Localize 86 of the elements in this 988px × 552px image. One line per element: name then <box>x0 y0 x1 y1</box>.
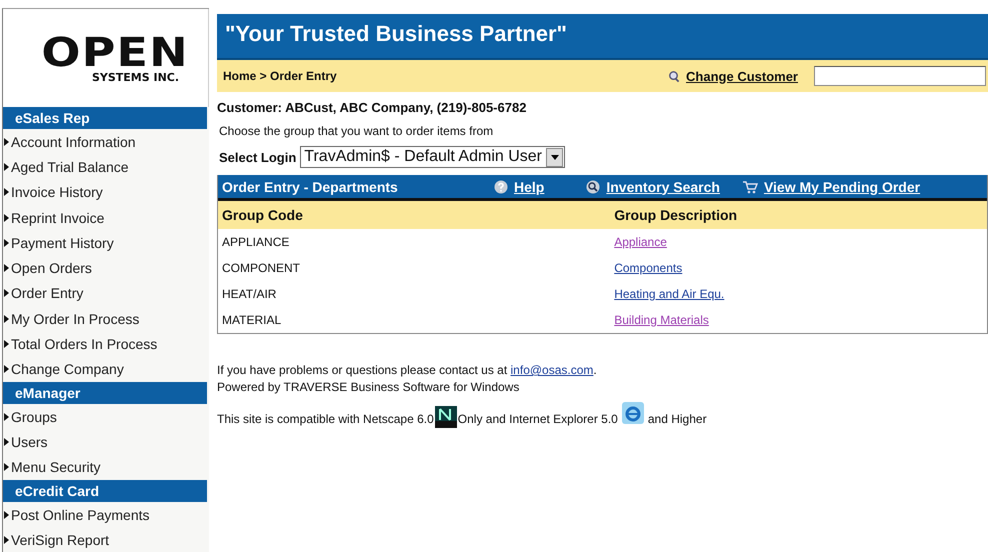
search-icon <box>586 180 600 194</box>
sidebar-item-label: Open Orders <box>11 260 92 276</box>
sidebar-item[interactable]: Order Entry <box>3 280 209 306</box>
compatibility-text: Only and Internet Explorer 5.0 <box>458 411 618 428</box>
select-login-label: Select Login <box>219 150 296 164</box>
triangle-icon <box>4 238 9 247</box>
sidebar-item[interactable]: Invoice History <box>3 180 209 205</box>
column-header: Group Code <box>221 207 304 223</box>
email-link[interactable]: info@osas.com <box>510 363 594 377</box>
table-cell-text: HEAT/AIR <box>221 287 278 301</box>
table-header-link[interactable]: Help <box>514 178 544 194</box>
sidebar-item[interactable]: My Order In Process <box>3 306 209 332</box>
sidebar-item-label: Invoice History <box>11 184 103 200</box>
sidebar-item[interactable]: Users <box>3 429 209 455</box>
table-cell-text: APPLIANCE <box>221 235 290 249</box>
n-letter-icon <box>434 406 457 428</box>
breadcrumb: Home > Order Entry <box>223 69 338 83</box>
search-icon <box>667 70 680 82</box>
sidebar-item[interactable]: Groups <box>3 404 209 430</box>
table-header-link[interactable]: View My Pending Order <box>764 178 920 194</box>
change-customer-link[interactable]: Change Customer <box>686 68 798 84</box>
triangle-icon <box>4 412 9 421</box>
sidebar-item-label: Total Orders In Process <box>11 336 158 352</box>
sidebar-item-label: Post Online Payments <box>11 506 150 522</box>
group-description-link[interactable]: Components <box>614 261 682 275</box>
sidebar-item-label: VeriSign Report <box>11 532 110 548</box>
sidebar-item[interactable]: VeriSign Report <box>3 527 209 552</box>
sidebar-item[interactable]: Open Orders <box>3 255 209 281</box>
sidebar-item-label: Users <box>11 434 48 450</box>
logo-wordmark: OPEN <box>42 32 190 72</box>
triangle-icon <box>4 162 9 171</box>
group-description-link[interactable]: Heating and Air Equ. <box>614 287 724 301</box>
triangle-icon <box>4 264 9 272</box>
triangle-icon <box>4 438 9 446</box>
cart-icon <box>742 180 758 194</box>
powered-by-text: Powered by TRAVERSE Business Software for Windows <box>217 379 520 396</box>
triangle-icon <box>4 365 9 374</box>
triangle-icon <box>4 188 9 196</box>
sidebar-item-label: Menu Security <box>11 459 100 476</box>
customer-info: Customer: ABCust, ABC Company, (219)-805-6782 <box>217 100 528 117</box>
help-icon <box>494 180 508 194</box>
compatibility-text: This site is compatible with Netscape 6.0 <box>217 411 434 428</box>
table-cell-text: COMPONENT <box>221 261 301 275</box>
sidebar-item-label: Groups <box>11 408 57 425</box>
caret-icon <box>550 154 559 160</box>
triangle-icon <box>4 463 9 472</box>
table-cell-text: MATERIAL <box>221 313 282 327</box>
customer-input-field[interactable] <box>814 66 986 86</box>
compatibility-text: and Higher <box>648 411 707 428</box>
triangle-icon <box>4 536 9 544</box>
login-select[interactable]: TravAdmin$ - Default Admin User <box>300 146 566 168</box>
sidebar-item[interactable]: Change Company <box>3 356 209 382</box>
sidebar-item[interactable]: Account Information <box>3 129 209 154</box>
dropdown-button[interactable] <box>546 148 564 166</box>
triangle-icon <box>4 314 9 323</box>
sidebar-item[interactable]: Payment History <box>3 230 209 256</box>
sidebar-item-label: Payment History <box>11 234 114 251</box>
sidebar-item[interactable]: Total Orders In Process <box>3 331 209 357</box>
sidebar-section-header: eCredit Card <box>3 480 207 502</box>
contact-text: If you have problems or questions please contact us at info@osas.com. <box>217 362 598 379</box>
sidebar-item-label: Order Entry <box>11 285 84 302</box>
sidebar-item-label: My Order In Process <box>11 310 140 327</box>
sidebar-item-label: Account Information <box>11 134 136 150</box>
triangle-icon <box>4 510 9 518</box>
group-description-link[interactable]: Appliance <box>614 235 667 249</box>
sidebar-item[interactable]: Post Online Payments <box>3 502 209 528</box>
triangle-icon <box>4 289 9 298</box>
group-description-link[interactable]: Building Materials <box>614 313 709 327</box>
browser-e-icon <box>622 402 644 424</box>
table-title: Order Entry - Departments <box>222 178 399 194</box>
sidebar-section-header: eManager <box>3 382 207 404</box>
triangle-icon <box>4 214 9 222</box>
sidebar-item-label: Change Company <box>11 361 124 378</box>
banner-title: "Your Trusted Business Partner" <box>217 14 988 60</box>
column-header: Group Description <box>613 207 738 223</box>
sidebar-item[interactable]: Aged Trial Balance <box>3 154 209 180</box>
sidebar-item[interactable]: Reprint Invoice <box>3 204 209 230</box>
sidebar-item-label: Aged Trial Balance <box>11 158 129 175</box>
triangle-icon <box>4 340 9 348</box>
sidebar-item[interactable]: Menu Security <box>3 454 209 480</box>
sidebar-item-label: Reprint Invoice <box>11 210 104 226</box>
table-header-link[interactable]: Inventory Search <box>606 178 720 194</box>
instruction-text: Choose the group that you want to order items from <box>219 124 494 138</box>
logo-subtitle: SYSTEMS INC. <box>92 70 180 84</box>
triangle-icon <box>4 138 9 146</box>
sidebar-section-header: eSales Rep <box>3 107 207 129</box>
